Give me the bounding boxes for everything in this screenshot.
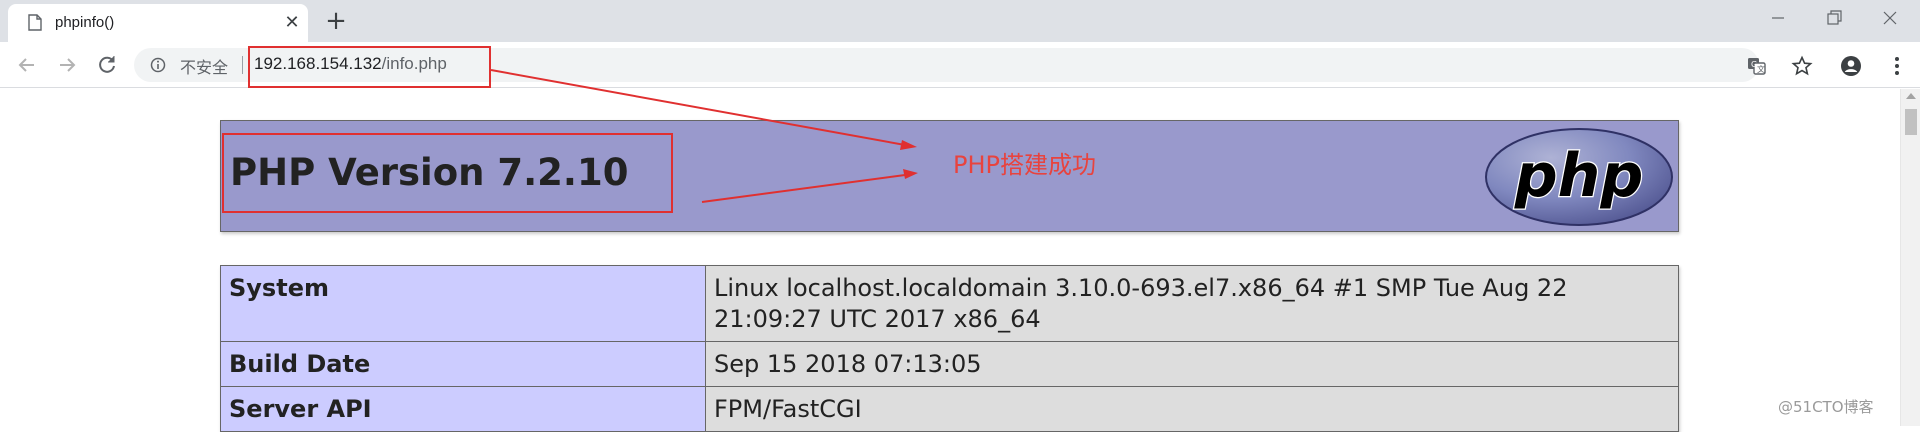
page-content: PHP Version 7.2.10 php PHP搭建成功 System Li… [0,89,1900,432]
translate-icon[interactable]: G 文 [1746,55,1768,77]
phpinfo-table: System Linux localhost.localdomain 3.10.… [220,265,1679,432]
tab-title: phpinfo() [55,14,115,31]
reload-icon[interactable] [92,50,122,80]
vertical-scrollbar[interactable] [1900,89,1920,426]
close-icon[interactable]: ✕ [280,11,304,35]
annotation-text: PHP搭建成功 [953,151,1096,179]
table-row: System Linux localhost.localdomain 3.10.… [220,265,1679,342]
page-icon [28,14,42,31]
row-value: Linux localhost.localdomain 3.10.0-693.e… [705,265,1679,342]
forward-arrow-icon[interactable] [52,50,82,80]
minimize-icon[interactable] [1750,0,1806,36]
tab-phpinfo[interactable]: phpinfo() ✕ [8,4,308,42]
table-row: Server API FPM/FastCGI [220,386,1679,432]
window-close-icon[interactable] [1862,0,1918,36]
php-logo[interactable]: php [1483,126,1675,228]
security-label[interactable]: 不安全 [180,54,228,78]
restore-icon[interactable] [1806,0,1862,36]
row-key: Build Date [220,341,706,387]
omnibox-divider [242,56,243,74]
row-key: Server API [220,386,706,432]
star-icon[interactable] [1791,55,1813,77]
scroll-thumb[interactable] [1905,109,1917,135]
back-arrow-icon[interactable] [12,50,42,80]
table-row: Build Date Sep 15 2018 07:13:05 [220,341,1679,387]
row-value: FPM/FastCGI [705,386,1679,432]
scroll-up-arrow-icon[interactable] [1906,93,1916,99]
info-icon[interactable] [150,57,166,73]
svg-text:文: 文 [1757,64,1765,74]
title-highlight-box [222,133,673,213]
row-key: System [220,265,706,342]
url-highlight-box [248,46,491,88]
tab-strip: phpinfo() ✕ + [0,0,1920,42]
plus-icon[interactable]: + [322,8,350,35]
row-value: Sep 15 2018 07:13:05 [705,341,1679,387]
account-icon[interactable] [1840,55,1862,77]
menu-dots-icon[interactable] [1886,55,1908,77]
php-logo-text: php [1514,141,1644,211]
watermark: @51CTO博客 [1778,398,1874,416]
